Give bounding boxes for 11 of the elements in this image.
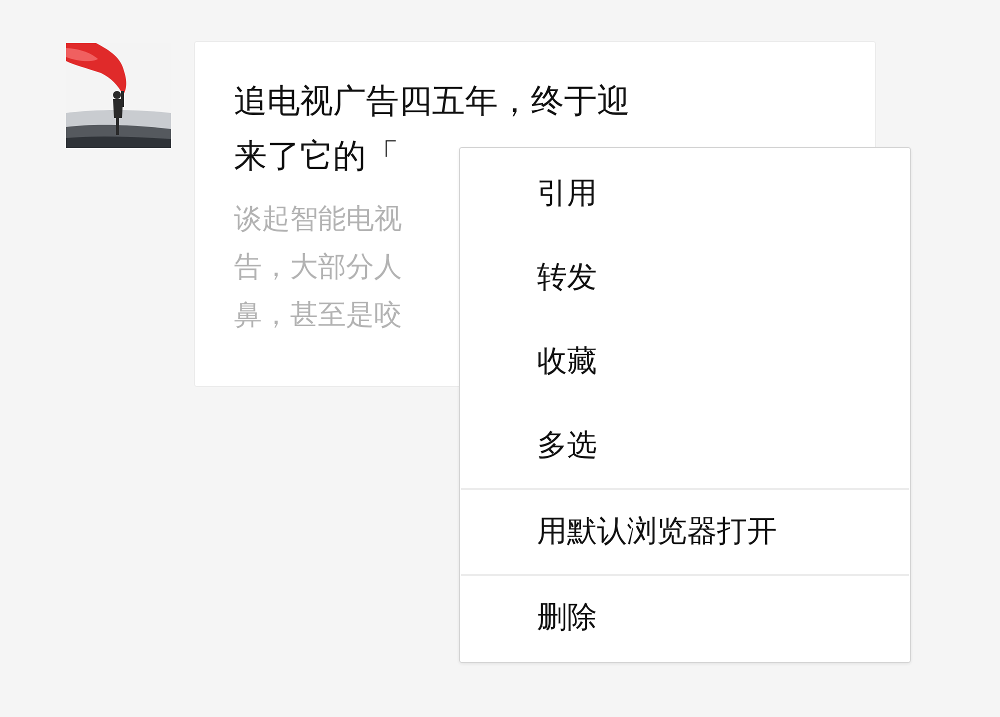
menu-item[interactable]: 收藏: [460, 320, 910, 404]
menu-item[interactable]: 删除: [460, 576, 910, 660]
menu-item[interactable]: 多选: [460, 404, 910, 488]
menu-item[interactable]: 引用: [460, 152, 910, 236]
menu-item[interactable]: 用默认浏览器打开: [460, 490, 910, 574]
article-title: 来了它的「: [234, 135, 399, 177]
menu-item[interactable]: 转发: [460, 236, 910, 320]
article-title: 追电视广告四五年，终于迎: [234, 80, 630, 122]
article-summary: 告，大部分人: [234, 249, 402, 285]
article-summary: 鼻，甚至是咬: [234, 297, 402, 333]
article-summary: 谈起智能电视: [234, 201, 402, 237]
